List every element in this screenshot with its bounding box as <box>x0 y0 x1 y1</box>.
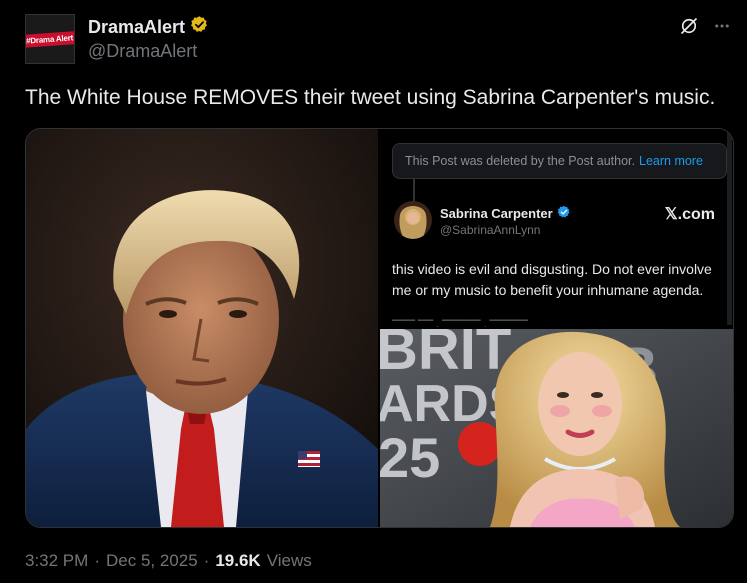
quoted-author-name: Sabrina Carpenter <box>440 206 553 221</box>
cropped-timestamp: ▔▔▔ ▔▔ · ▔▔▔▔▔ · ▔▔▔▔▔ <box>392 321 528 327</box>
author-name-row[interactable]: DramaAlert <box>88 15 209 39</box>
tweet-text: The White House REMOVES their tweet usin… <box>25 86 716 109</box>
deleted-notice: This Post was deleted by the Post author… <box>392 143 727 179</box>
verified-blue-icon <box>557 205 571 222</box>
meta-separator: · <box>94 551 100 570</box>
more-icon[interactable] <box>713 17 731 40</box>
deleted-notice-text: This Post was deleted by the Post author… <box>405 154 635 168</box>
author-display-name[interactable]: DramaAlert <box>88 17 185 38</box>
backdrop-text-25: 25 <box>380 426 440 489</box>
tweet-date[interactable]: Dec 5, 2025 <box>106 551 198 571</box>
views-count[interactable]: 19.6K <box>215 551 260 571</box>
quoted-author-avatar <box>394 201 432 239</box>
grok-icon[interactable] <box>679 16 699 41</box>
avatar-logo-text: #Drama Alert <box>26 30 74 48</box>
tweet-time[interactable]: 3:32 PM <box>25 551 88 571</box>
tweet-actions <box>679 16 731 41</box>
views-label: Views <box>266 551 312 570</box>
author-handle[interactable]: @DramaAlert <box>88 41 197 62</box>
tweet-media[interactable]: This Post was deleted by the Post author… <box>25 128 734 528</box>
thread-connector <box>413 179 415 203</box>
deleted-post-screenshot[interactable]: This Post was deleted by the Post author… <box>380 129 733 327</box>
x-logo-text: 𝕏.com <box>664 206 715 223</box>
meta-separator-2: · <box>203 551 210 570</box>
quoted-post-text: this video is evil and disgusting. Do no… <box>392 261 712 298</box>
portrait-photo[interactable] <box>26 129 378 527</box>
learn-more-link[interactable]: Learn more <box>639 154 703 168</box>
quoted-author-name-row: Sabrina Carpenter <box>440 205 571 222</box>
tweet-meta: 3:32 PM · Dec 5, 2025 · 19.6K Views <box>25 551 312 571</box>
awards-photo[interactable]: BRIT ARDS 25 B <box>380 329 733 527</box>
verified-gold-icon <box>190 15 209 39</box>
author-avatar[interactable]: #Drama Alert <box>25 14 75 64</box>
screenshot-edge <box>727 129 732 325</box>
quoted-author-handle: @SabrinaAnnLynn <box>440 223 541 237</box>
